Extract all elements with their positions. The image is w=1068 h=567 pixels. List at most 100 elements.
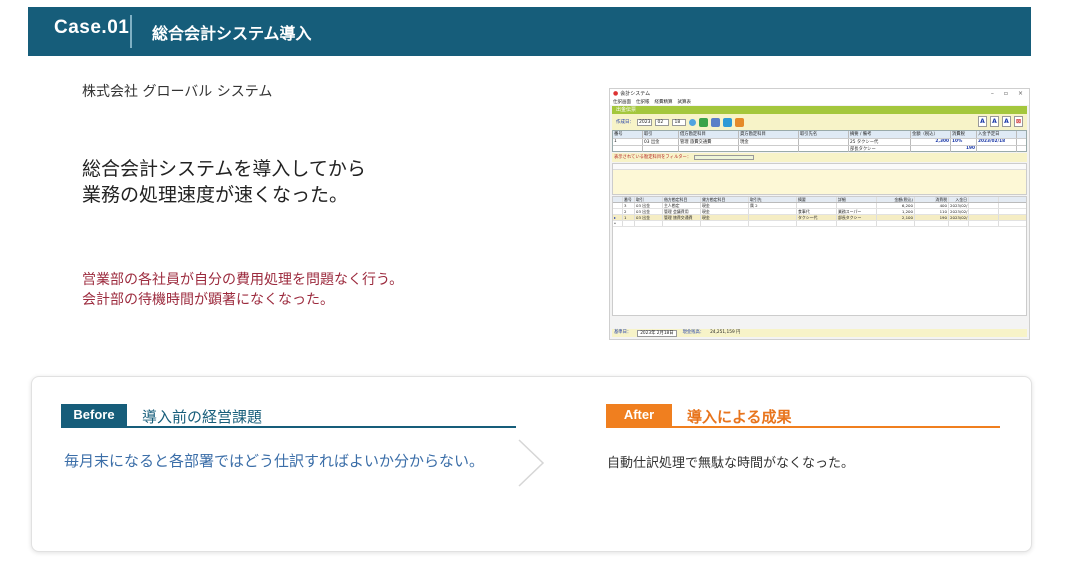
cell [749, 209, 797, 214]
after-text: 自動仕訳処理で無駄な時間がなくなった。 [607, 456, 855, 471]
filter-bar: 表示されている勘定科目をフィルター： [612, 153, 1027, 162]
description-line1: 営業部の各社員が自分の費用処理を問題なく行う。 [82, 272, 404, 288]
close-form-icon[interactable]: ⊠ [1014, 116, 1023, 127]
menu-item[interactable]: 試算表 [678, 99, 692, 105]
font-size-buttons: A A A ⊠ [978, 116, 1023, 127]
after-underline [606, 426, 1000, 428]
list-header-cell: 借方勘定科目 [663, 197, 701, 202]
status-date-label: 基準日： [614, 330, 632, 335]
year-select[interactable]: 2023 [637, 118, 653, 126]
summary-body [613, 170, 1026, 194]
cell: 部長タクシー [837, 215, 877, 220]
close-icon[interactable]: × [1018, 90, 1023, 97]
cell [749, 221, 797, 226]
form-input[interactable]: 03 出金 [643, 139, 679, 145]
form-input[interactable] [799, 146, 849, 152]
list-header-cell [613, 197, 623, 202]
table-row-new[interactable]: * [613, 221, 1026, 227]
form-input[interactable]: 2,300 [911, 139, 951, 145]
cell [613, 209, 623, 214]
headline-line2: 業務の処理速度が速くなった。 [82, 184, 349, 206]
filter-label: 表示されている勘定科目をフィルター： [614, 155, 692, 160]
list-header-cell: 消費税 [915, 197, 949, 202]
month-select[interactable]: 02 [655, 118, 670, 126]
form-input[interactable] [643, 146, 679, 152]
menu-item[interactable]: 仕訳帳 [636, 99, 650, 105]
after-title: 導入による成果 [687, 408, 792, 426]
add-icon[interactable] [699, 117, 709, 127]
before-title: 導入前の経営課題 [142, 408, 263, 426]
form-row: 1 03 出金 管理 旅費交通費 現金 25 タクシー代 2,300 10% 2… [613, 138, 1026, 145]
app-window-title: 会計システム [620, 91, 651, 97]
font-small-button[interactable]: A [978, 116, 987, 127]
form-input[interactable]: 現金 [739, 139, 799, 145]
filter-input[interactable] [694, 155, 755, 160]
app-toolbar: 作成日： 2023 02 18 A A A ⊠ [612, 114, 1027, 130]
form-input[interactable]: 10% [951, 139, 977, 145]
cell: 2023/02/18 [950, 203, 969, 208]
info-icon[interactable] [723, 117, 733, 127]
description-line2: 会計部の待機時間が顕著になくなった。 [82, 292, 334, 308]
tag-icon[interactable] [735, 117, 745, 127]
cell: 03 出金 [635, 215, 663, 220]
cell: 03 出金 [635, 209, 663, 214]
app-icon: ● [613, 90, 619, 97]
form-input[interactable]: 1 [613, 139, 643, 145]
form-input[interactable]: 2023/02/18 [977, 139, 1017, 145]
after-tag: After [606, 404, 672, 426]
form-input[interactable]: 管理 旅費交通費 [679, 139, 739, 145]
form-input[interactable] [977, 146, 1017, 152]
app-menubar: 仕訳画面 仕訳帳 経費精算 試算表 [610, 98, 1029, 105]
menu-item[interactable]: 経費精算 [655, 99, 673, 105]
cell [915, 221, 949, 226]
font-large-button[interactable]: A [1002, 116, 1011, 127]
form-input[interactable]: 25 タクシー代 [849, 139, 911, 145]
cell: 2023/02/18 [950, 209, 969, 214]
form-header-cell: 摘要 / 備考 [849, 131, 911, 138]
description: 営業部の各社員が自分の費用処理を問題なく行う。 会計部の待機時間が顕著になくなっ… [82, 270, 403, 310]
font-medium-button[interactable]: A [990, 116, 999, 127]
cell [797, 203, 837, 208]
form-input[interactable]: 部長タクシー [849, 146, 911, 152]
form-input[interactable] [911, 146, 951, 152]
day-select[interactable]: 18 [672, 118, 687, 126]
form-input[interactable] [679, 146, 739, 152]
form-header-cell: 取引 [643, 131, 679, 138]
cell: 主人勘定 [663, 203, 701, 208]
app-statusbar: 基準日： 2023年 2月18日 現金残高： 24,251,159 円 [612, 329, 1027, 337]
cell [837, 221, 877, 226]
form-input[interactable]: 190 [951, 146, 977, 152]
form-header-cell: 入金予定日 [977, 131, 1017, 138]
cell: 現金 [701, 209, 749, 214]
cell: 2023/02/18 [950, 215, 969, 220]
status-date-value[interactable]: 2023年 2月18日 [637, 329, 677, 337]
summary-area [612, 163, 1027, 195]
form-header: 番号 取引 借方勘定科目 貸方勘定科目 取引先名 摘要 / 備考 金額（税込） … [613, 131, 1026, 138]
cell: 現金 [701, 203, 749, 208]
cell: 6,200 [877, 203, 915, 208]
cell: 属 2 [749, 203, 797, 208]
form-input[interactable] [799, 139, 849, 145]
cell [701, 221, 749, 226]
header-divider [130, 15, 132, 48]
before-text: 毎月末になると各部署ではどう仕訳すればよいか分からない。 [64, 452, 485, 470]
form-header-cell: 番号 [613, 131, 643, 138]
entry-form: 番号 取引 借方勘定科目 貸方勘定科目 取引先名 摘要 / 備考 金額（税込） … [612, 130, 1027, 152]
case-header: Case.01 総合会計システム導入 [28, 7, 1031, 56]
form-row: 部長タクシー 190 [613, 145, 1026, 152]
list-icon[interactable] [711, 117, 721, 127]
cell [797, 221, 837, 226]
form-input[interactable] [739, 146, 799, 152]
cell: 1 [623, 215, 635, 220]
form-header-cell: 消費税 [951, 131, 977, 138]
minimize-icon[interactable]: – [991, 90, 994, 97]
cell: 190 [915, 215, 949, 220]
before-underline [61, 426, 516, 428]
before-tag: Before [61, 404, 127, 426]
nav-arrows-icon[interactable] [689, 118, 697, 126]
form-input[interactable] [613, 146, 643, 152]
list-header-cell: 詳細 [837, 197, 877, 202]
menu-item[interactable]: 仕訳画面 [613, 99, 631, 105]
cell: タクシー代 [797, 215, 837, 220]
maximize-icon[interactable]: ▫ [1004, 90, 1008, 97]
